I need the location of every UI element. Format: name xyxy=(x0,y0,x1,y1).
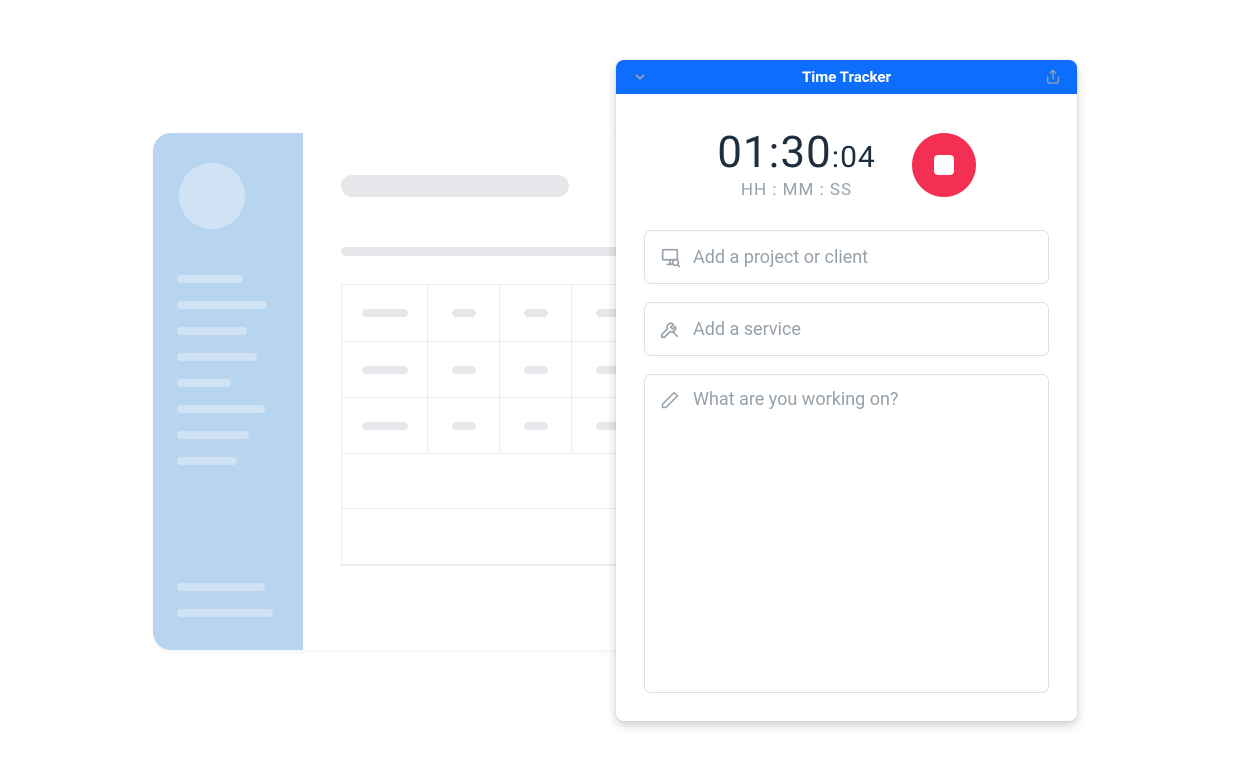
timer-display: 01:30:04 xyxy=(717,130,876,174)
timer-hours: 01 xyxy=(717,126,768,178)
service-icon xyxy=(659,318,681,340)
stop-button[interactable] xyxy=(912,133,976,197)
share-icon xyxy=(1045,69,1061,85)
time-tracker-panel: Time Tracker 01:30:04 HH : MM : SS xyxy=(616,60,1077,721)
chevron-down-icon xyxy=(633,70,647,84)
collapse-button[interactable] xyxy=(630,67,650,87)
sidebar-item xyxy=(177,431,249,439)
notes-field[interactable] xyxy=(644,374,1049,693)
tracker-header: Time Tracker xyxy=(616,60,1077,94)
title-placeholder xyxy=(341,175,569,197)
sidebar-item xyxy=(177,301,267,309)
timer-labels: HH : MM : SS xyxy=(717,180,876,200)
sidebar-item xyxy=(177,353,257,361)
project-icon xyxy=(659,246,681,268)
share-button[interactable] xyxy=(1043,67,1063,87)
timer-area: 01:30:04 HH : MM : SS xyxy=(616,94,1077,220)
background-sidebar xyxy=(153,133,303,650)
sidebar-item xyxy=(177,275,243,283)
sidebar-item xyxy=(177,379,231,387)
sidebar-item xyxy=(177,327,247,335)
sidebar-item xyxy=(177,405,265,413)
timer-seconds: 04 xyxy=(840,140,876,175)
notes-input[interactable] xyxy=(693,389,1034,678)
pencil-icon xyxy=(659,389,681,411)
tracker-title: Time Tracker xyxy=(802,68,891,86)
project-field[interactable] xyxy=(644,230,1049,284)
project-input[interactable] xyxy=(693,247,1034,268)
stop-icon xyxy=(934,155,954,175)
service-input[interactable] xyxy=(693,319,1034,340)
sidebar-item xyxy=(177,609,273,617)
sidebar-item xyxy=(177,583,265,591)
sidebar-item xyxy=(177,457,237,465)
service-field[interactable] xyxy=(644,302,1049,356)
avatar-placeholder xyxy=(179,163,245,229)
timer-minutes: 30 xyxy=(780,126,831,178)
